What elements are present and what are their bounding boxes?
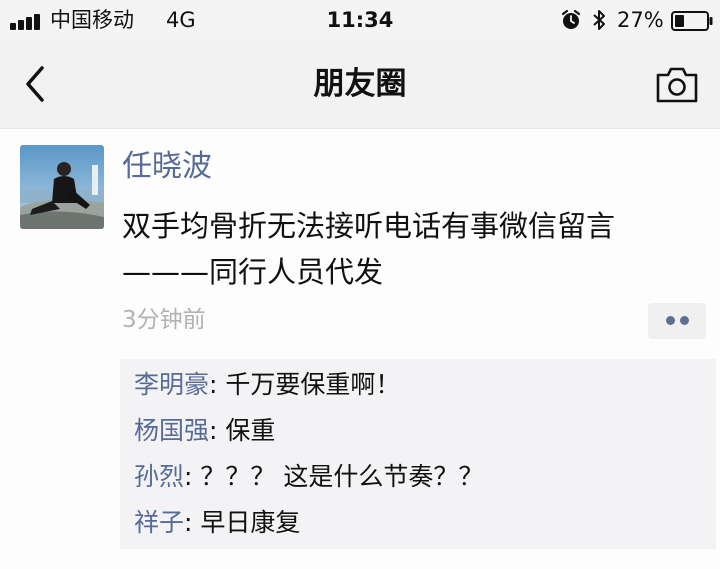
comments-section: 李明豪: 千万要保重啊！ 杨国强: 保重 孙烈: ？？？ 这是什么节奏？？ 祥子…: [120, 359, 716, 549]
chevron-left-icon: [26, 66, 44, 102]
post-text-line: 双手均骨折无法接听电话有事微信留言: [122, 209, 616, 243]
nav-bar: 朋友圈: [0, 40, 720, 129]
comment-item[interactable]: 祥子: 早日康复: [134, 505, 300, 541]
camera-icon: [656, 67, 698, 103]
comment-text: ？？？ 这是什么节奏？？: [200, 462, 484, 491]
post-author[interactable]: 任晓波: [122, 149, 212, 185]
wechat-moments-screen: 中国移动 4G 11:34 27% 朋友圈 任晓波 双手均骨折无法接听电话有事微…: [0, 0, 720, 569]
comment-item[interactable]: 杨国强: 保重: [134, 413, 275, 449]
comment-separator: :: [209, 370, 226, 399]
comment-author[interactable]: 杨国强: [134, 416, 209, 445]
comment-author[interactable]: 李明豪: [134, 370, 209, 399]
page-title: 朋友圈: [313, 66, 407, 102]
moments-post: 任晓波 双手均骨折无法接听电话有事微信留言 ———同行人员代发 3分钟前 李明豪…: [0, 129, 720, 569]
comment-author[interactable]: 孙烈: [134, 462, 184, 491]
comment-text: 千万要保重啊！: [225, 370, 401, 399]
comment-text: 早日康复: [200, 508, 301, 537]
avatar[interactable]: [20, 145, 104, 229]
more-dots-icon: [680, 316, 689, 325]
comment-separator: :: [184, 462, 201, 491]
alarm-icon: [561, 9, 581, 29]
more-dots-icon: [666, 316, 675, 325]
comment-separator: :: [184, 508, 201, 537]
comment-text: 保重: [225, 416, 276, 445]
comment-author[interactable]: 祥子: [134, 508, 184, 537]
camera-button[interactable]: [654, 66, 700, 104]
more-actions-button[interactable]: [648, 303, 706, 339]
battery-percentage: 27%: [617, 8, 664, 32]
bluetooth-icon: [593, 10, 605, 30]
comment-separator: :: [209, 416, 226, 445]
post-content: 双手均骨折无法接听电话有事微信留言 ———同行人员代发: [122, 203, 712, 295]
post-timestamp: 3分钟前: [122, 307, 206, 333]
avatar-image: [20, 145, 104, 229]
status-bar: 中国移动 4G 11:34 27%: [0, 0, 720, 40]
battery-icon: [671, 11, 713, 31]
back-button[interactable]: [16, 60, 56, 108]
comment-item[interactable]: 李明豪: 千万要保重啊！: [134, 367, 400, 403]
post-text-line: ———同行人员代发: [122, 255, 384, 289]
comment-item[interactable]: 孙烈: ？？？ 这是什么节奏？？: [134, 459, 483, 495]
status-time: 11:34: [326, 8, 394, 32]
